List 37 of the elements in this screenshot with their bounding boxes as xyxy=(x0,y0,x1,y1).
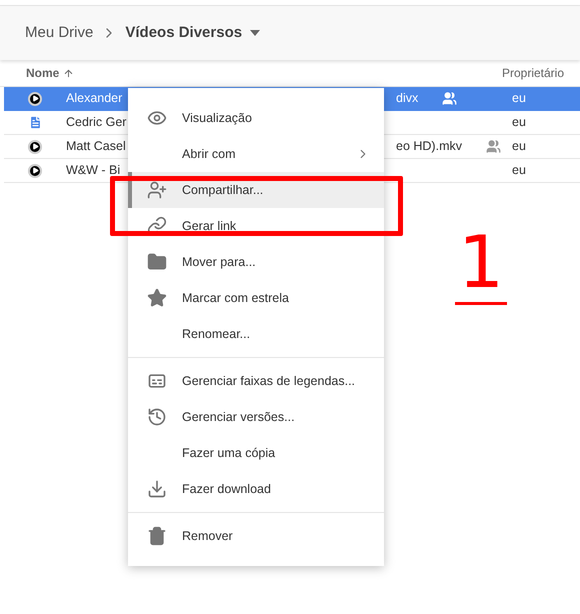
menu-item[interactable]: Marcar com estrela xyxy=(128,280,384,316)
menu-item[interactable]: Renomear... xyxy=(128,316,384,352)
name-column-header[interactable]: Nome xyxy=(26,64,60,82)
current-folder[interactable]: Vídeos Diversos xyxy=(125,22,242,44)
star-icon xyxy=(147,288,167,308)
menu-item[interactable]: Fazer download xyxy=(128,471,384,507)
owner-cell-text: eu xyxy=(512,114,526,132)
video-file-icon xyxy=(28,92,42,106)
file-name: Alexander xyxy=(66,91,122,106)
menu-item[interactable]: Abrir com xyxy=(128,136,384,172)
person-add-icon xyxy=(147,180,167,200)
menu-item[interactable]: Gerenciar versões... xyxy=(128,399,384,435)
document-icon xyxy=(28,115,43,130)
file-name: Cedric Ger xyxy=(66,115,126,130)
handwritten-mark: 1 xyxy=(455,222,507,305)
history-icon xyxy=(147,407,167,427)
trash-icon xyxy=(147,526,167,546)
download-icon xyxy=(147,479,167,499)
menu-item[interactable]: Gerenciar faixas de legendas... xyxy=(128,363,384,399)
video-file-icon xyxy=(28,164,42,178)
menu-item[interactable]: Remover xyxy=(128,518,384,554)
menu-item[interactable]: Gerar link xyxy=(128,208,384,244)
file-name: eo HD).mkv xyxy=(396,138,462,156)
owner-cell-text: eu xyxy=(512,138,526,156)
file-name: Matt Casel xyxy=(66,139,126,154)
dropdown-icon[interactable] xyxy=(250,30,260,36)
folder-icon xyxy=(147,252,167,272)
menu-item[interactable]: Mover para... xyxy=(128,244,384,280)
menu-item[interactable]: Visualização xyxy=(128,100,384,136)
owner-cell-text: eu xyxy=(512,162,526,180)
owner-cell-text: eu xyxy=(512,90,526,108)
owner-column-header[interactable]: Proprietário xyxy=(502,64,564,82)
file-name: divx xyxy=(396,90,418,108)
video-file-icon xyxy=(28,140,42,154)
breadcrumb-link[interactable]: Meu Drive xyxy=(25,22,94,44)
file-name: W&W - Bi xyxy=(66,163,120,178)
menu-item[interactable]: Fazer uma cópia xyxy=(128,435,384,471)
